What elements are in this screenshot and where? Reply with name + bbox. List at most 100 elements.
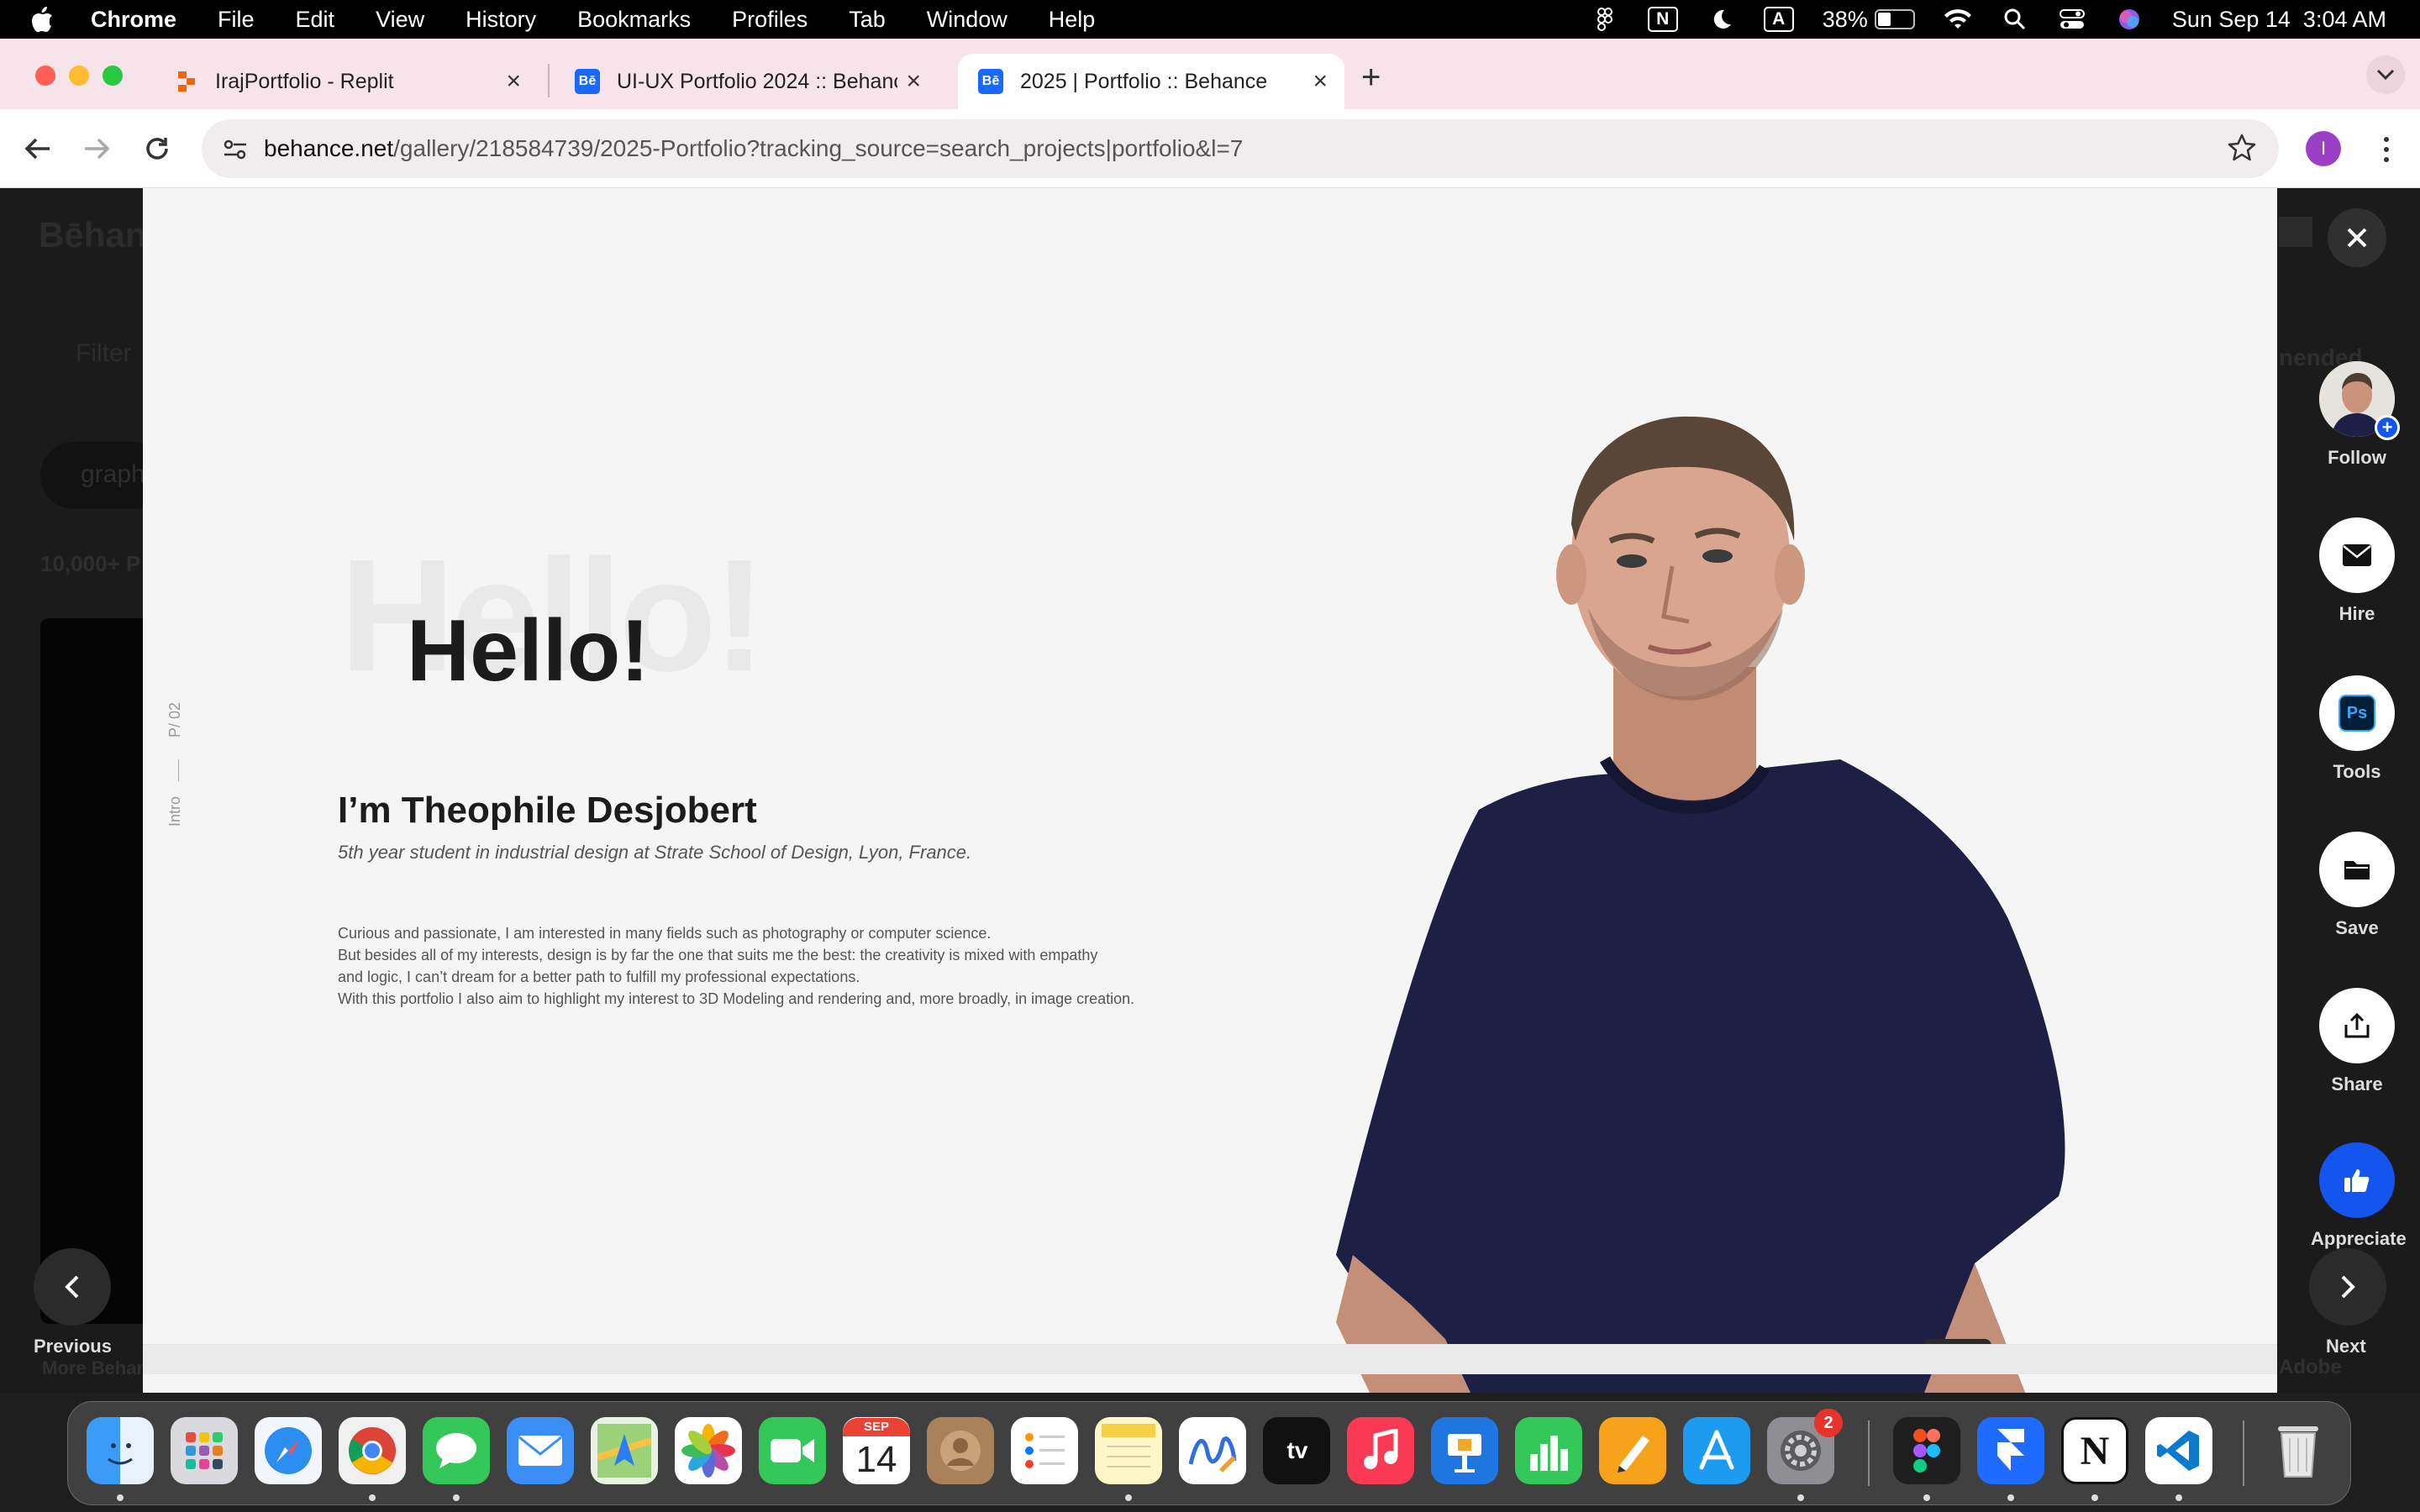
next-project-button[interactable] — [2309, 1248, 2386, 1326]
creator-avatar[interactable]: + — [2319, 361, 2400, 440]
trash-icon[interactable] — [2265, 1417, 2332, 1484]
finder-icon[interactable] — [87, 1417, 154, 1484]
follow-action[interactable]: + Follow — [2319, 361, 2400, 469]
filter-button: Filter — [76, 339, 132, 367]
photos-icon[interactable] — [675, 1417, 742, 1484]
app-store-icon[interactable] — [1683, 1417, 1750, 1484]
close-modal-button[interactable] — [2328, 208, 2386, 267]
dock-running-dot — [2091, 1494, 2098, 1501]
chrome-icon[interactable] — [339, 1417, 406, 1484]
tab-close-icon[interactable]: × — [506, 67, 521, 96]
project-bottom-strip — [143, 1344, 2277, 1374]
dock-running-dot — [2007, 1494, 2014, 1501]
siri-icon[interactable] — [2115, 7, 2144, 32]
bio-line: and logic, I can’t dream for a better pa… — [338, 969, 860, 985]
framer-icon[interactable] — [1977, 1417, 2044, 1484]
address-bar[interactable]: behance.net/gallery/218584739/2025-Portf… — [202, 119, 2279, 178]
window-minimize-button[interactable] — [69, 66, 89, 86]
profile-avatar[interactable]: I — [2306, 131, 2341, 166]
hire-button[interactable] — [2319, 517, 2395, 593]
music-icon[interactable] — [1347, 1417, 1414, 1484]
menubar-clock[interactable]: Sun Sep 14 3:04 AM — [2172, 7, 2386, 33]
calendar-icon[interactable]: SEP 14 — [843, 1417, 910, 1484]
previous-project-button[interactable] — [34, 1248, 111, 1326]
tab-uiux-portfolio[interactable]: Bē UI-UX Portfolio 2024 :: Behance × — [555, 54, 938, 109]
tab-search-button[interactable] — [2366, 55, 2405, 94]
mail-icon[interactable] — [507, 1417, 574, 1484]
maps-icon[interactable] — [591, 1417, 658, 1484]
keynote-icon[interactable] — [1431, 1417, 1498, 1484]
tools-label: Tools — [2333, 761, 2381, 782]
intro-bio: Curious and passionate, I am interested … — [338, 922, 1228, 1010]
window-zoom-button[interactable] — [103, 66, 123, 86]
dock-running-dot — [369, 1494, 376, 1501]
tools-action[interactable]: Ps Tools — [2319, 675, 2395, 783]
share-action[interactable]: Share — [2319, 988, 2395, 1095]
dock-running-dot — [1797, 1494, 1804, 1501]
reload-button[interactable] — [136, 128, 178, 170]
share-icon — [2344, 1012, 2370, 1038]
previous-label[interactable]: Previous — [34, 1336, 112, 1357]
menu-file[interactable]: File — [218, 7, 255, 33]
bookmark-star-icon[interactable] — [2227, 133, 2257, 169]
window-close-button[interactable] — [35, 66, 55, 86]
section-side-label: P/ 02 Intro — [166, 675, 192, 843]
section-label: Intro — [166, 795, 183, 827]
safari-icon[interactable] — [255, 1417, 322, 1484]
freeform-icon[interactable] — [1179, 1417, 1246, 1484]
next-label[interactable]: Next — [2326, 1336, 2366, 1357]
new-tab-button[interactable]: + — [1361, 59, 1381, 97]
menu-history[interactable]: History — [466, 7, 536, 33]
site-info-icon[interactable] — [217, 131, 254, 168]
spotlight-search-icon[interactable] — [2001, 7, 2029, 32]
tab-replit[interactable]: IrajPortfolio - Replit × — [155, 54, 538, 109]
figma-icon[interactable] — [1893, 1417, 1960, 1484]
launchpad-icon[interactable] — [171, 1417, 238, 1484]
menu-app-chrome[interactable]: Chrome — [91, 7, 176, 33]
vscode-icon[interactable] — [2145, 1417, 2212, 1484]
reminders-icon[interactable] — [1011, 1417, 1078, 1484]
tab-2025-portfolio[interactable]: Bē 2025 | Portfolio :: Behance × — [958, 54, 1344, 109]
menu-view[interactable]: View — [376, 7, 424, 33]
contacts-icon[interactable] — [927, 1417, 994, 1484]
battery-indicator[interactable]: 38% — [1823, 7, 1915, 33]
notes-icon[interactable] — [1095, 1417, 1162, 1484]
forward-button[interactable] — [76, 128, 118, 170]
appreciate-button[interactable] — [2319, 1142, 2395, 1218]
chevron-down-icon — [2376, 69, 2395, 81]
tab-close-icon[interactable]: × — [1313, 67, 1328, 96]
menu-tab[interactable]: Tab — [849, 7, 886, 33]
menu-bookmarks[interactable]: Bookmarks — [577, 7, 691, 33]
apple-icon[interactable] — [30, 6, 71, 33]
project-modal: P/ 02 Intro Hello! Hello! I’m Theophile … — [143, 188, 2277, 1393]
chrome-menu-icon[interactable] — [2370, 131, 2403, 168]
menu-edit[interactable]: Edit — [296, 7, 335, 33]
hire-action[interactable]: Hire — [2319, 517, 2395, 625]
adobe-logo-icon — [2279, 217, 2312, 247]
moon-icon[interactable] — [1707, 7, 1735, 32]
facetime-icon[interactable] — [759, 1417, 826, 1484]
tab-close-icon[interactable]: × — [906, 67, 921, 96]
battery-icon — [1874, 9, 1915, 29]
url-text[interactable]: behance.net/gallery/218584739/2025-Portf… — [264, 135, 1243, 162]
figma-menubar-icon[interactable] — [1591, 7, 1619, 32]
back-button[interactable] — [17, 128, 59, 170]
messages-icon[interactable] — [423, 1417, 490, 1484]
apple-tv-icon[interactable]: tv — [1263, 1417, 1330, 1484]
save-action[interactable]: Save — [2319, 832, 2395, 939]
tools-button[interactable]: Ps — [2319, 675, 2395, 751]
pages-icon[interactable] — [1599, 1417, 1666, 1484]
wifi-icon[interactable] — [1944, 7, 1972, 32]
save-button[interactable] — [2319, 832, 2395, 907]
menu-help[interactable]: Help — [1049, 7, 1096, 33]
share-button[interactable] — [2319, 988, 2395, 1063]
notion-menubar-icon[interactable]: N — [1647, 7, 1678, 32]
system-settings-icon[interactable]: 2 — [1767, 1409, 1843, 1484]
menu-profiles[interactable]: Profiles — [732, 7, 808, 33]
notion-icon[interactable]: N — [2061, 1417, 2128, 1484]
control-center-icon[interactable] — [2058, 7, 2086, 32]
appreciate-action[interactable]: Appreciate — [2311, 1142, 2407, 1250]
input-source-icon[interactable]: A — [1763, 7, 1794, 32]
menu-window[interactable]: Window — [927, 7, 1007, 33]
numbers-icon[interactable] — [1515, 1417, 1582, 1484]
